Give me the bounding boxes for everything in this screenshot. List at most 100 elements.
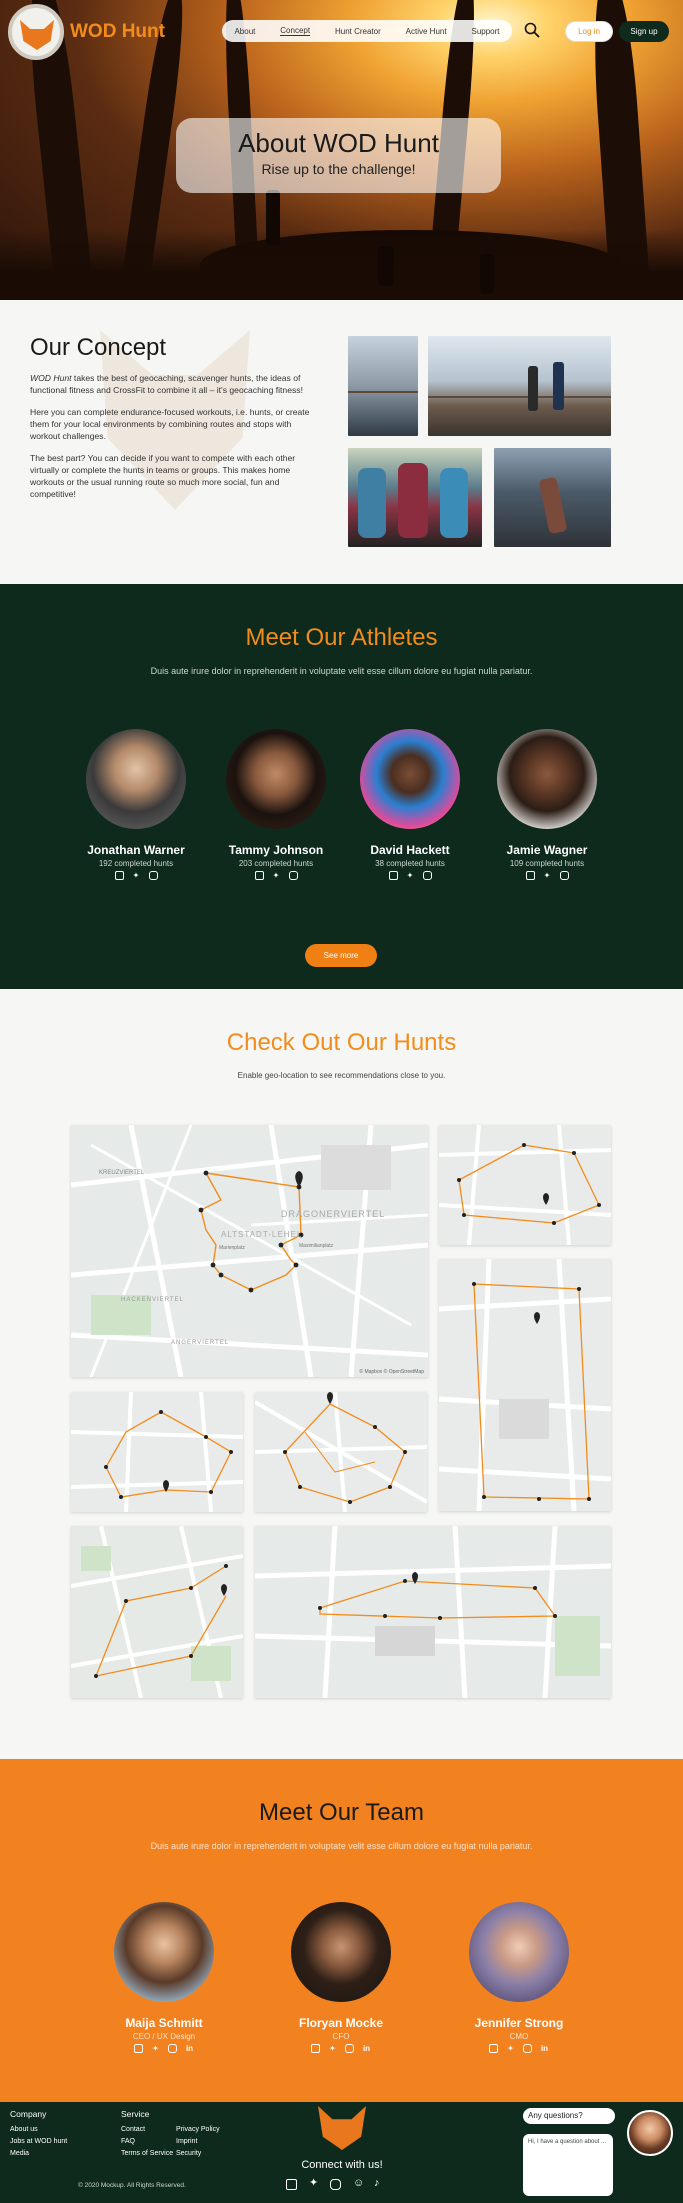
footer-link[interactable]: Imprint (176, 2136, 220, 2148)
map-label: HACKENVIERTEL (121, 1297, 184, 1303)
linkedin-icon[interactable]: in (362, 2044, 371, 2053)
twitter-icon[interactable]: ✦ (328, 2044, 337, 2053)
runner-figure (528, 366, 538, 411)
athlete-hunt-count: 109 completed hunts (509, 859, 585, 868)
map-label: Maximilianplatz (299, 1243, 334, 1249)
footer-link[interactable]: Privacy Policy (176, 2124, 220, 2136)
team-section: Meet Our Team Duis aute irure dolor in r… (0, 1759, 683, 2102)
concept-paragraph-3: The best part? You can decide if you wan… (30, 453, 296, 499)
facebook-icon[interactable] (525, 871, 535, 880)
concept-brand: WOD Hunt (30, 373, 72, 383)
support-avatar[interactable] (627, 2110, 673, 2156)
nav-active-hunt[interactable]: Active Hunt (406, 27, 447, 36)
brand-name[interactable]: WOD Hunt (70, 21, 165, 43)
athlete-card[interactable]: Tammy Johnson 203 completed hunts ✦ (216, 729, 336, 880)
twitter-icon[interactable]: ✦ (543, 871, 552, 880)
hunts-section: Check Out Our Hunts Enable geo-location … (0, 989, 683, 1759)
twitter-icon[interactable]: ✦ (406, 871, 415, 880)
map-canvas (439, 1259, 611, 1511)
twitter-icon[interactable]: ✦ (506, 2044, 515, 2053)
twitter-icon[interactable]: ✦ (132, 871, 141, 880)
facebook-icon[interactable] (134, 2044, 143, 2053)
hunt-map[interactable] (71, 1526, 243, 1698)
facebook-icon[interactable] (286, 2179, 297, 2190)
facebook-icon[interactable] (311, 2044, 320, 2053)
map-canvas (71, 1526, 243, 1698)
hunt-map[interactable] (439, 1125, 611, 1245)
nav-hunt-creator[interactable]: Hunt Creator (335, 27, 381, 36)
hunt-map-large[interactable]: KREUZVIERTEL DRAGONERVIERTEL ALTSTADT-LE… (71, 1125, 428, 1377)
logo[interactable] (8, 4, 64, 60)
avatar (469, 1902, 569, 2002)
twitter-icon[interactable]: ✦ (272, 871, 281, 880)
snapchat-icon[interactable]: ☺ (353, 2178, 364, 2189)
team-member-role: CFO (332, 2032, 350, 2041)
hero-title: About WOD Hunt (238, 128, 439, 158)
photo-cyclists (348, 448, 482, 547)
footer-link[interactable]: Jobs at WOD hunt (10, 2136, 67, 2148)
instagram-icon[interactable] (523, 2044, 532, 2053)
athlete-socials: ✦ (76, 871, 196, 880)
footer: Company About us Jobs at WOD hunt Media … (0, 2102, 683, 2203)
footer-link[interactable]: Contact (121, 2124, 173, 2136)
team-member-card[interactable]: Jennifer Strong CMO ✦ in (449, 1902, 589, 2053)
photo-runners-bridge (428, 336, 611, 436)
instagram-icon[interactable] (148, 871, 158, 880)
athlete-name: Jonathan Warner (87, 843, 185, 857)
bridge-rail (428, 396, 611, 398)
instagram-icon[interactable] (288, 871, 298, 880)
athlete-card[interactable]: Jamie Wagner 109 completed hunts ✦ (487, 729, 607, 880)
team-member-card[interactable]: Maija Schmitt CEO / UX Design ✦ in (94, 1902, 234, 2053)
athlete-card[interactable]: David Hackett 38 completed hunts ✦ (350, 729, 470, 880)
nav-concept[interactable]: Concept (280, 26, 311, 36)
login-button[interactable]: Log in (565, 21, 613, 42)
see-more-button[interactable]: See more (305, 944, 377, 967)
facebook-icon[interactable] (388, 871, 398, 880)
team-subtitle: Duis aute irure dolor in reprehenderit i… (150, 1841, 533, 1851)
chat-question-bubble[interactable]: Any questions? (523, 2108, 615, 2124)
nav-support[interactable]: Support (471, 27, 499, 36)
linkedin-icon[interactable]: in (185, 2044, 194, 2053)
facebook-icon[interactable] (254, 871, 264, 880)
hunt-map[interactable] (439, 1259, 611, 1511)
instagram-icon[interactable] (422, 871, 432, 880)
search-icon[interactable] (524, 22, 540, 38)
copyright: © 2020 Mockup. All Rights Reserved. (78, 2182, 186, 2189)
linkedin-icon[interactable]: in (540, 2044, 549, 2053)
hero-hiker (266, 190, 280, 245)
cyclist-figure (358, 468, 386, 538)
chat-input[interactable]: Hi, I have a question about ... (523, 2134, 613, 2196)
instagram-icon[interactable] (330, 2179, 341, 2190)
instagram-icon[interactable] (168, 2044, 177, 2053)
facebook-icon[interactable] (489, 2044, 498, 2053)
instagram-icon[interactable] (559, 871, 569, 880)
hunt-map[interactable] (255, 1392, 427, 1512)
hunt-map[interactable] (71, 1392, 243, 1512)
map-canvas (255, 1392, 427, 1512)
team-member-card[interactable]: Floryan Mocke CFO ✦ in (271, 1902, 411, 2053)
athlete-hunt-count: 203 completed hunts (238, 859, 314, 868)
footer-heading: Service (121, 2109, 150, 2119)
top-navigation: WOD Hunt About Concept Hunt Creator Acti… (0, 0, 683, 62)
footer-link[interactable]: Media (10, 2148, 67, 2160)
footer-link[interactable]: FAQ (121, 2136, 173, 2148)
map-label: ANGERVIERTEL (171, 1340, 230, 1346)
map-label: Marienplatz (219, 1245, 245, 1251)
avatar (291, 1902, 391, 2002)
cyclist-figure (398, 463, 428, 538)
runner-figure (538, 476, 568, 535)
twitter-icon[interactable]: ✦ (151, 2044, 160, 2053)
nav-about[interactable]: About (234, 27, 255, 36)
footer-link[interactable]: About us (10, 2124, 67, 2136)
athlete-card[interactable]: Jonathan Warner 192 completed hunts ✦ (76, 729, 196, 880)
instagram-icon[interactable] (345, 2044, 354, 2053)
twitter-icon[interactable]: ✦ (309, 2178, 318, 2189)
tiktok-icon[interactable]: ♪ (374, 2178, 383, 2189)
signup-button[interactable]: Sign up (619, 21, 669, 42)
athlete-name: Tammy Johnson (228, 843, 324, 857)
footer-link[interactable]: Terms of Service (121, 2148, 173, 2160)
hero-section: WOD Hunt About Concept Hunt Creator Acti… (0, 0, 683, 300)
hunt-map[interactable] (255, 1526, 611, 1698)
footer-link[interactable]: Security (176, 2148, 220, 2160)
facebook-icon[interactable] (114, 871, 124, 880)
